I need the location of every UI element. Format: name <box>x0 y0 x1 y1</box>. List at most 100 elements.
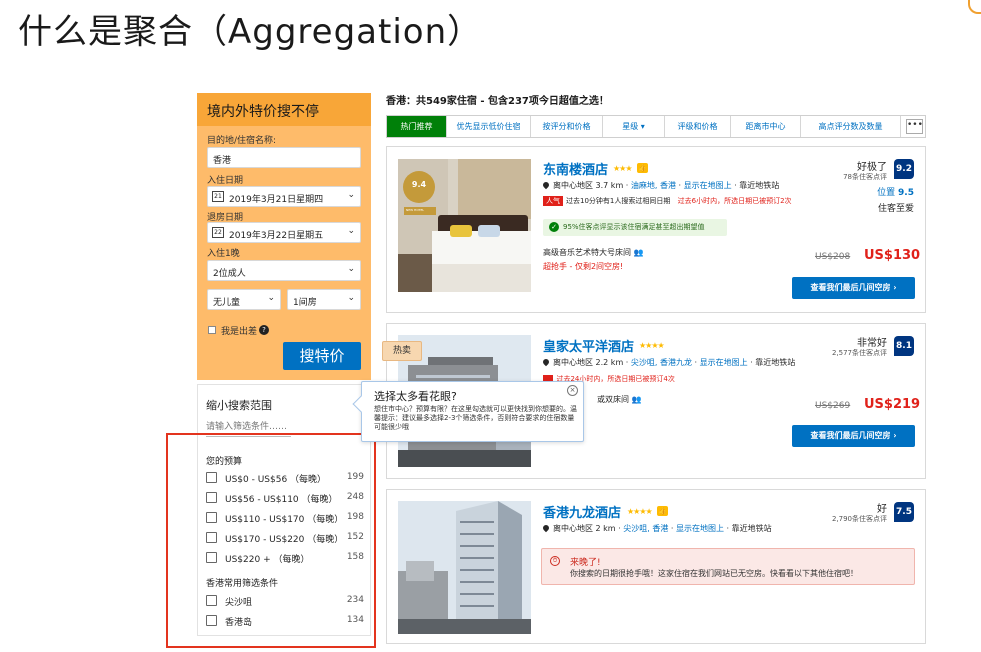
photo-badge: NEW HOTEL <box>406 208 425 212</box>
activity-line: 人气 过去10分钟有1人搜索过相同日期 过去6小时内，所选日期已被预订2次 <box>543 196 792 206</box>
hotel-name[interactable]: 皇家太平洋酒店 <box>543 336 634 355</box>
review-note-text: 95%住客点评显示该住宿满足甚至超出期望值 <box>563 223 705 231</box>
chevron-down-icon: ⌄ <box>347 293 355 303</box>
business-label: 我是出差 <box>221 327 258 337</box>
clock-icon: ⏱ <box>550 556 560 566</box>
scarcity-text: 超抢手 - 仅剩2间空房! <box>543 262 624 271</box>
view-rooms-button[interactable]: 查看我们最后几间空房 › <box>792 277 915 299</box>
adults-value: 2位成人 <box>213 269 246 279</box>
review-score[interactable]: 8.1 <box>894 336 914 356</box>
hotel-photo[interactable] <box>398 501 531 634</box>
filter-title: 缩小搜索范围 <box>206 399 272 412</box>
popover-body: 想住市中心？预算有限？在这里勾选就可以更快找到你想要的。温馨提示：建议最多选择2… <box>374 405 577 431</box>
help-icon[interactable]: ? <box>259 325 269 335</box>
area-link[interactable]: 油麻地, 香港 <box>631 181 676 190</box>
tab-distance[interactable]: 距离市中心 <box>731 116 801 137</box>
chevron-down-icon: ⌄ <box>347 264 355 274</box>
review-count: 2,577条住客点评 <box>831 349 887 357</box>
thumbs-up-icon: 👍 <box>637 163 648 173</box>
slide-title: 什么是聚合（Aggregation） <box>18 12 483 52</box>
hotel-location: 离中心地区 3.7 km · 油麻地, 香港 · 显示在地图上 · 靠近地铁站 <box>541 180 780 191</box>
tab-review-count[interactable]: 高点评分数及数量 <box>801 116 901 137</box>
hotel-image <box>398 159 531 292</box>
rooms-select[interactable]: 1间房 ⌄ <box>287 289 361 310</box>
score-word: 非常好 <box>857 338 887 349</box>
original-price: US$208 <box>815 252 851 262</box>
search-button[interactable]: 搜特价 <box>283 342 361 370</box>
results-heading: 香港：共549家住宿 - 包含237项今日超值之选！ <box>386 96 609 107</box>
hotel-card: 香港九龙酒店 ★★★★ 👍 离中心地区 2 km · 尖沙咀, 香港 · 显示在… <box>386 489 926 644</box>
review-count: 2,790条住客点评 <box>831 515 887 523</box>
more-icon[interactable]: ••• <box>906 119 923 134</box>
thumbs-up-icon: ✓ <box>549 222 559 232</box>
tab-low-price[interactable]: 优先显示低价住宿 <box>447 116 531 137</box>
photo-score: 9.4 <box>411 180 427 189</box>
hotel-name[interactable]: 东南楼酒店 <box>543 159 608 178</box>
chevron-down-icon: ⌄ <box>347 226 355 236</box>
distance-text: 离中心地区 3.7 km <box>553 181 624 190</box>
review-score[interactable]: 7.5 <box>894 502 914 522</box>
sold-out-title: 来晚了! <box>570 558 601 568</box>
search-panel: 境内外特价搜不停 目的地/住宿名称: 香港 入住日期 21 2019年3月21日… <box>197 93 371 380</box>
guest-favorite: 住客至爱 <box>877 204 914 214</box>
checkout-field[interactable]: 22 2019年3月22日星期五 ⌄ <box>207 222 361 243</box>
map-pin-icon <box>541 357 551 367</box>
nights-label: 入住1晚 <box>207 249 240 259</box>
checkin-label: 入住日期 <box>207 176 244 186</box>
tab-popular[interactable]: 热门推荐 <box>387 116 447 137</box>
tab-rating-price[interactable]: 评级和价格 <box>665 116 731 137</box>
checkin-value: 2019年3月21日星期四 <box>229 195 324 205</box>
business-checkbox[interactable] <box>208 326 216 334</box>
destination-label: 目的地/住宿名称: <box>207 136 277 146</box>
area-link[interactable]: 尖沙咀, 香港 <box>623 524 668 533</box>
map-pin-icon <box>541 523 551 533</box>
children-select[interactable]: 无儿童 ⌄ <box>207 289 281 310</box>
guests-icon: 👥 <box>631 395 642 404</box>
transit-text: 靠近地铁站 <box>755 358 796 367</box>
rooms-value: 1间房 <box>293 298 317 308</box>
review-note: ✓ 95%住客点评显示该住宿满足甚至超出期望值 <box>543 219 727 236</box>
room-type: 或双床间 👥 <box>597 394 642 405</box>
hotel-photo[interactable]: 9.4 NEW HOTEL <box>398 159 531 292</box>
score-word: 好 <box>877 504 887 515</box>
adults-select[interactable]: 2位成人 ⌄ <box>207 260 361 281</box>
review-count: 78条住客点评 <box>843 173 887 181</box>
room-type: 高级音乐艺术特大号床间 👥 <box>543 247 644 258</box>
original-price: US$269 <box>815 401 851 411</box>
thumbs-up-icon: 👍 <box>657 506 668 516</box>
view-rooms-button[interactable]: 查看我们最后几间空房 › <box>792 425 915 447</box>
hotel-location: 离中心地区 2.2 km · 尖沙咀, 香港九龙 · 显示在地图上 · 靠近地铁… <box>541 357 796 368</box>
deal-price: US$219 <box>864 397 921 412</box>
popover-title: 选择太多看花眼? <box>374 390 457 403</box>
children-value: 无儿童 <box>213 298 241 308</box>
sort-tabs: 热门推荐 优先显示低价住宿 按评分和价格 星级 ▾ 评级和价格 距离市中心 高点… <box>386 115 926 138</box>
guests-icon: 👥 <box>633 248 644 257</box>
show-map-link[interactable]: 显示在地图上 <box>676 524 724 533</box>
booking-activity: 过去6小时内，所选日期已被预订2次 <box>677 197 792 205</box>
show-map-link[interactable]: 显示在地图上 <box>684 181 732 190</box>
tab-stars[interactable]: 星级 ▾ <box>603 116 665 137</box>
map-pin-icon <box>541 180 551 190</box>
area-link[interactable]: 尖沙咀, 香港九龙 <box>631 358 692 367</box>
room-type-text: 高级音乐艺术特大号床间 <box>543 248 631 257</box>
hotel-location: 离中心地区 2 km · 尖沙咀, 香港 · 显示在地图上 · 靠近地铁站 <box>541 523 772 534</box>
destination-field[interactable]: 香港 <box>207 147 361 168</box>
transit-text: 靠近地铁站 <box>739 181 780 190</box>
show-map-link[interactable]: 显示在地图上 <box>700 358 748 367</box>
hotel-name[interactable]: 香港九龙酒店 <box>543 502 621 521</box>
search-activity: 过去10分钟有1人搜索过相同日期 <box>566 197 671 205</box>
destination-value: 香港 <box>213 156 232 166</box>
chevron-down-icon: ⌄ <box>347 190 355 200</box>
room-type-text: 或双床间 <box>597 395 629 404</box>
tab-score-price[interactable]: 按评分和价格 <box>531 116 603 137</box>
checkout-value: 2019年3月22日星期五 <box>229 231 324 241</box>
deal-price: US$130 <box>864 248 921 263</box>
hotel-card: 9.4 NEW HOTEL 东南楼酒店 ★★★ 👍 离中心地区 3.7 km ·… <box>386 146 926 313</box>
sold-out-text: 你搜索的日期很抢手哦！这家住宿在我们网站已无空房。快看看以下其他住宿吧！ <box>570 569 858 578</box>
chevron-down-icon: ⌄ <box>267 293 275 303</box>
review-score[interactable]: 9.2 <box>894 159 914 179</box>
transit-text: 靠近地铁站 <box>731 524 772 533</box>
checkin-field[interactable]: 21 2019年3月21日星期四 ⌄ <box>207 186 361 207</box>
hotel-image <box>398 501 531 634</box>
close-icon[interactable]: × <box>567 385 578 396</box>
